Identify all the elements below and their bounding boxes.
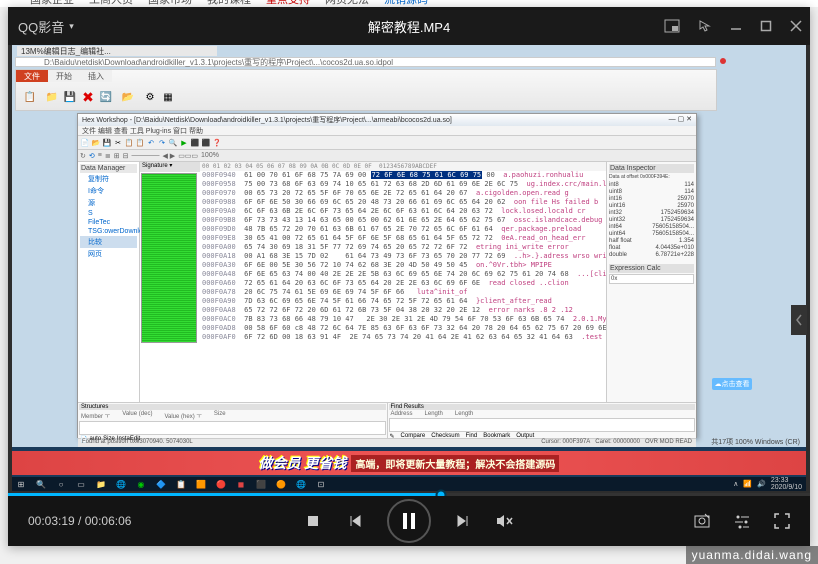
inner-url-bar: D:\Baidu\netdisk\Download\androidkiller_… [15, 57, 716, 67]
tree-item: S [80, 209, 137, 218]
player-controls: 00:03:19 / 00:06:06 [8, 496, 810, 546]
background-browser-tabs: 国家企业 工商人员 国家市场 我的课程 重点支持 网页无法 流销源码 [0, 0, 818, 7]
inner-taskbar: 共17项 100% Windows (CR) 做会员 更省钱 高端，即将更新大量… [12, 447, 806, 491]
ribbon-tab-file: 文件 [16, 70, 48, 82]
hex-sidebar-visual: Signature ▾ [140, 162, 200, 402]
tree-item: TSG:owerDownlo [80, 227, 137, 236]
hex-menu: 文件 编辑 查看 工具 Plug-ins 窗口 帮助 [78, 126, 696, 136]
status-text: 共17项 100% Windows (CR) [711, 437, 800, 447]
fullscreen-button[interactable] [772, 511, 792, 531]
wechat-icon: ◉ [136, 479, 146, 489]
next-button[interactable] [453, 511, 473, 531]
mute-button[interactable] [495, 511, 515, 531]
wifi-icon: 📶 [743, 480, 752, 488]
app-icon: ⬛ [256, 479, 266, 489]
save-icon: 💾 [62, 86, 78, 108]
delete-icon: ✖ [80, 86, 96, 108]
pause-button[interactable] [387, 499, 431, 543]
hex-toolbar2: ↻⟲≡≣⊞⊟————◀ ▶▭▭▭100% [78, 150, 696, 162]
app-icon: 🔴 [216, 479, 226, 489]
app-icon: 🟧 [196, 479, 206, 489]
taskview-icon: ▭ [76, 479, 86, 489]
hex-statusbar: Found at position 0x03070940. 5074030L C… [78, 438, 696, 447]
office-ribbon: 文件 开始 插入 📋 📁 💾 ✖ 🔄 📂 ⚙ ▦ [15, 69, 717, 111]
folder-icon: 📁 [44, 86, 60, 108]
notification-dot-icon [720, 58, 726, 64]
tree-item: 比较 [80, 236, 137, 248]
hex-bottom-panels: Structures Member ㅜValue (dec)Value (hex… [78, 402, 696, 438]
cloud-badge[interactable]: ☁ 点击查看 [712, 378, 752, 390]
settings-button[interactable] [732, 511, 752, 531]
start-icon: ⊞ [16, 479, 26, 489]
hex-window-controls: — ▢ ✕ [669, 115, 692, 125]
tree-item: 源 [80, 197, 137, 209]
hex-title: Hex Workshop - [D:\Baidu\Netdisk\Downloa… [78, 114, 696, 126]
titlebar[interactable]: QQ影音▾ 解密教程.MP4 [8, 7, 810, 45]
pointer-icon[interactable] [698, 19, 712, 33]
volume-icon: 🔊 [757, 480, 766, 488]
clock: 23:332020/9/10 [771, 477, 802, 491]
tool-icon: ▦ [160, 86, 176, 108]
tool-icon: ⚙ [142, 86, 158, 108]
pip-icon[interactable] [664, 19, 680, 33]
maximize-button[interactable] [760, 20, 772, 32]
watermark: yuanma.didai.wang [686, 546, 818, 564]
app-icon: ⊡ [316, 479, 326, 489]
close-button[interactable] [790, 20, 802, 32]
tree-item: 网页 [80, 248, 137, 260]
previous-button[interactable] [345, 511, 365, 531]
app-icon: 🟠 [276, 479, 286, 489]
app-icon: 📋 [176, 479, 186, 489]
video-content[interactable]: 13M%编辑日志_编辑社... D:\Baidu\netdisk\Downloa… [8, 45, 810, 493]
hex-tree-panel: Data Manager 复制符 I命令 源 S FileTec TSG:owe… [78, 162, 140, 402]
tree-item: 复制符 [80, 173, 137, 185]
explorer-icon: 📁 [96, 479, 106, 489]
hex-editor-window: Hex Workshop - [D:\Baidu\Netdisk\Downloa… [77, 113, 697, 438]
inner-browser-tab: 13M%编辑日志_编辑社... [17, 46, 217, 56]
edge-icon: 🌐 [116, 479, 126, 489]
data-inspector-panel: Data Inspector Data at offset 0x000F394E… [606, 162, 696, 402]
video-player-window: QQ影音▾ 解密教程.MP4 13M%编辑日志_编辑社... D:\Baidu\… [8, 7, 810, 546]
hex-toolbar: 📄📂💾✂📋📋↶↷🔍▶⬛⬛❓ [78, 136, 696, 150]
video-title: 解密教程.MP4 [368, 17, 450, 36]
sidebar-expand-icon[interactable] [791, 305, 807, 335]
refresh-icon: 🔄 [98, 86, 114, 108]
time-display: 00:03:19 / 00:06:06 [28, 514, 131, 528]
chrome-icon: 🌐 [296, 479, 306, 489]
folder2-icon: 📂 [116, 86, 140, 108]
ad-banner: 做会员 更省钱 高端，即将更新大量教程；解决不会搭建源码 [12, 451, 806, 475]
minimize-button[interactable] [730, 20, 742, 32]
tree-item: I命令 [80, 185, 137, 197]
stop-button[interactable] [303, 511, 323, 531]
hex-dump: 00 01 02 03 04 05 06 07 08 09 0A 0B 0C 0… [200, 162, 606, 402]
cortana-icon: ○ [56, 479, 66, 489]
chevron-down-icon: ▾ [69, 21, 74, 32]
screenshot-button[interactable] [692, 511, 712, 531]
app-name[interactable]: QQ影音▾ [18, 17, 74, 36]
binary-map-icon [141, 173, 197, 343]
paste-icon: 📋 [18, 86, 42, 108]
app-icon: 🔷 [156, 479, 166, 489]
video-frame: 13M%编辑日志_编辑社... D:\Baidu\netdisk\Downloa… [12, 45, 806, 491]
search-icon: 🔍 [36, 479, 46, 489]
app-icon: ◼ [236, 479, 246, 489]
tray-icon: ∧ [733, 480, 738, 488]
tree-item: FileTec [80, 218, 137, 227]
